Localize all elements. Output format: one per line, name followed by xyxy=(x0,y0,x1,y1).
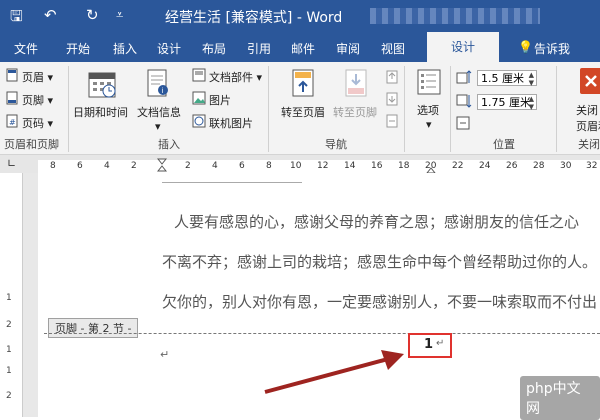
watermark-logo: php中文网 xyxy=(520,376,600,420)
annotation-arrow xyxy=(264,350,404,394)
